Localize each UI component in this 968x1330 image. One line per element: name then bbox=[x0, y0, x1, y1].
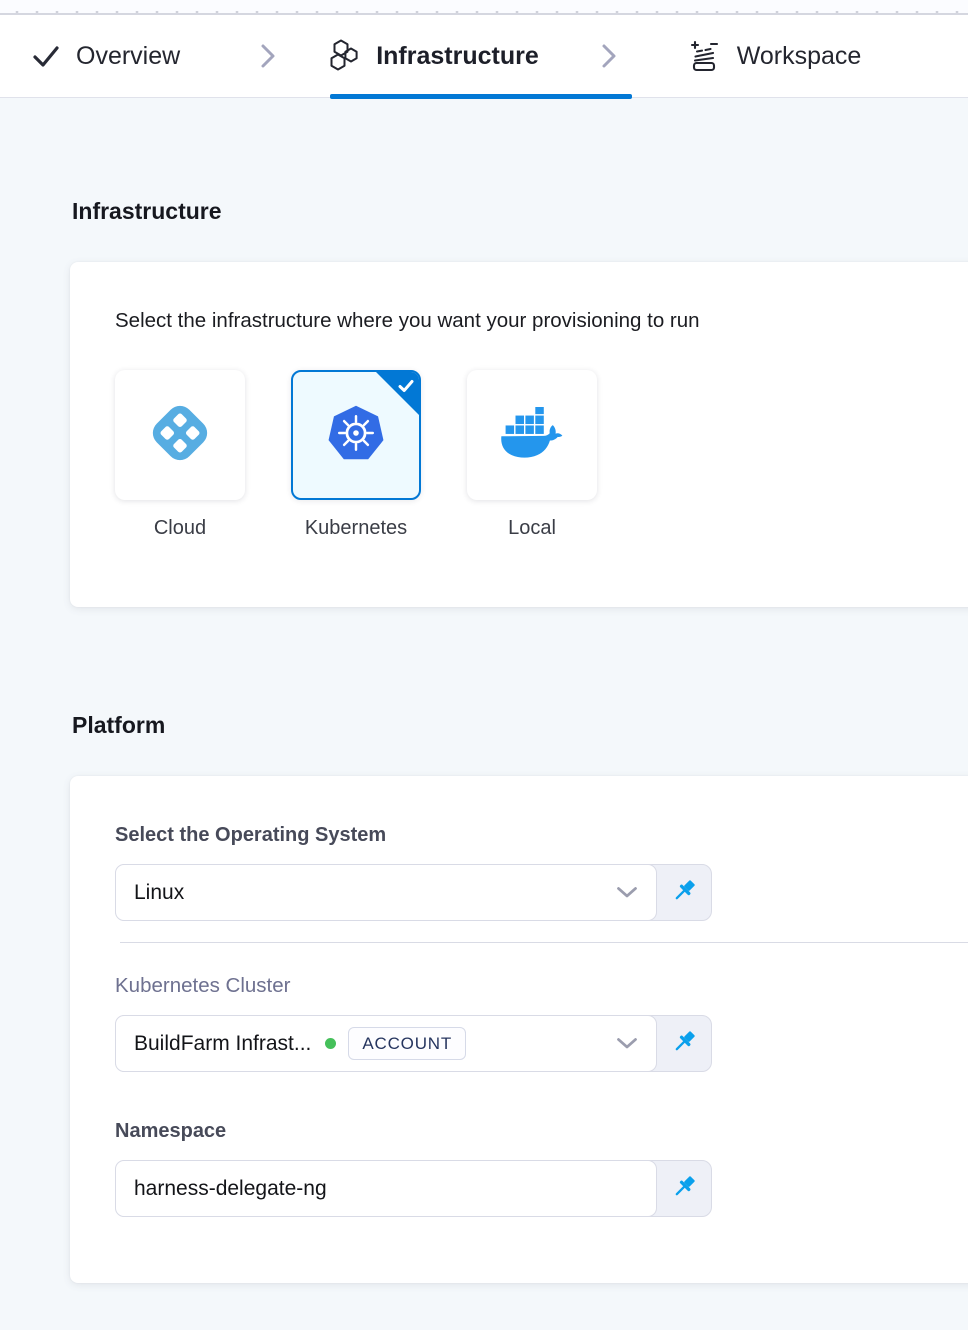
platform-card: Select the Operating System Linux Kubern… bbox=[70, 776, 968, 1283]
cluster-field-label: Kubernetes Cluster bbox=[115, 974, 968, 998]
namespace-input[interactable] bbox=[134, 1177, 642, 1201]
pin-icon bbox=[671, 1028, 698, 1060]
wizard-tab-bar: Overview Infrastructure W bbox=[0, 15, 968, 98]
scope-badge: ACCOUNT bbox=[348, 1027, 466, 1060]
tab-overview-label: Overview bbox=[76, 42, 180, 71]
cloud-tile[interactable] bbox=[115, 370, 245, 500]
local-tile[interactable] bbox=[467, 370, 597, 500]
infrastructure-options: Cloud bbox=[115, 370, 968, 540]
connector-status-dot bbox=[325, 1038, 336, 1049]
local-tile-label: Local bbox=[508, 517, 556, 540]
option-kubernetes: Kubernetes bbox=[291, 370, 421, 540]
cloud-icon bbox=[147, 400, 213, 471]
cluster-select-value: BuildFarm Infrast... bbox=[134, 1032, 311, 1056]
cluster-select-group: BuildFarm Infrast... ACCOUNT bbox=[115, 1015, 712, 1072]
tab-infrastructure[interactable]: Infrastructure bbox=[324, 38, 539, 74]
os-select-value: Linux bbox=[134, 881, 184, 905]
cluster-select[interactable]: BuildFarm Infrast... ACCOUNT bbox=[115, 1015, 657, 1072]
namespace-pin-button[interactable] bbox=[657, 1161, 711, 1216]
field-divider bbox=[120, 942, 968, 943]
os-field-label: Select the Operating System bbox=[115, 824, 968, 847]
namespace-field-label: Namespace bbox=[115, 1120, 968, 1143]
infrastructure-card: Select the infrastructure where you want… bbox=[70, 262, 968, 607]
infrastructure-section-heading: Infrastructure bbox=[72, 197, 968, 225]
hexagons-icon bbox=[324, 38, 360, 74]
canvas-dotted-strip bbox=[0, 0, 968, 15]
check-icon bbox=[30, 40, 62, 72]
namespace-input-box bbox=[115, 1160, 657, 1217]
cluster-pin-button[interactable] bbox=[657, 1016, 711, 1071]
tab-overview[interactable]: Overview bbox=[30, 40, 180, 72]
platform-section-heading: Platform bbox=[72, 711, 968, 739]
selected-check-icon bbox=[397, 377, 415, 400]
cloud-tile-label: Cloud bbox=[154, 517, 206, 540]
option-local: Local bbox=[467, 370, 597, 540]
namespace-input-group bbox=[115, 1160, 712, 1217]
pin-icon bbox=[671, 877, 698, 909]
os-select[interactable]: Linux bbox=[115, 864, 657, 921]
tab-infrastructure-label: Infrastructure bbox=[376, 42, 539, 71]
chevron-right-icon bbox=[260, 43, 276, 69]
chevron-down-icon bbox=[616, 886, 638, 899]
stack-icon bbox=[687, 39, 721, 73]
chevron-down-icon bbox=[616, 1037, 638, 1050]
kubernetes-tile[interactable] bbox=[291, 370, 421, 500]
tab-workspace-label: Workspace bbox=[737, 42, 862, 71]
os-pin-button[interactable] bbox=[657, 865, 711, 920]
option-cloud: Cloud bbox=[115, 370, 245, 540]
tab-workspace[interactable]: Workspace bbox=[687, 39, 862, 73]
infrastructure-prompt: Select the infrastructure where you want… bbox=[115, 309, 968, 333]
os-select-group: Linux bbox=[115, 864, 712, 921]
kubernetes-tile-label: Kubernetes bbox=[305, 517, 407, 540]
active-tab-underline bbox=[330, 94, 632, 99]
docker-icon bbox=[499, 407, 565, 464]
chevron-right-icon bbox=[601, 43, 617, 69]
pin-icon bbox=[671, 1173, 698, 1205]
